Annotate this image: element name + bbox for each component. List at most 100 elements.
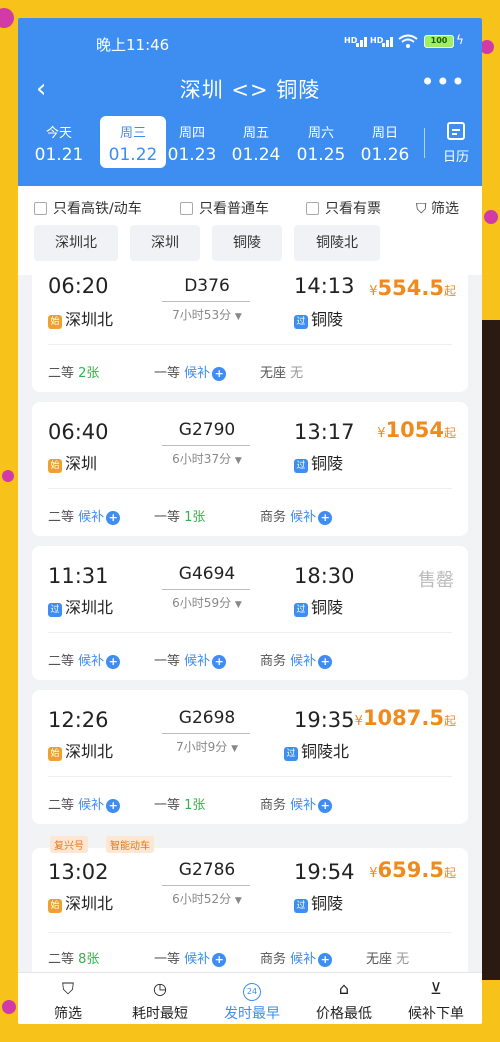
date-tab[interactable]: 周日 01.26 bbox=[352, 116, 418, 168]
station-name: 铜陵 bbox=[311, 310, 344, 329]
seat-status: 候补 bbox=[290, 654, 317, 669]
seat-info[interactable]: 二等 候补 + bbox=[48, 506, 121, 525]
departure-station: 始深圳北 bbox=[48, 306, 113, 330]
add-waitlist-icon[interactable]: + bbox=[106, 655, 121, 669]
pass-badge: 过 bbox=[294, 315, 308, 329]
filter-label: 只看有票 bbox=[325, 201, 381, 217]
wifi-icon bbox=[398, 34, 418, 48]
filter-label: 只看普通车 bbox=[199, 201, 269, 217]
add-waitlist-icon[interactable]: + bbox=[212, 953, 227, 967]
seat-status: 1张 bbox=[184, 510, 206, 525]
train-card[interactable]: 06:40 G2790 6小时37分 ▼ 13:17 始深圳 过铜陵 ¥1054… bbox=[32, 402, 468, 536]
date-tab[interactable]: 周六 01.25 bbox=[288, 116, 354, 168]
divider bbox=[48, 632, 452, 633]
seat-info[interactable]: 商务 候补 + bbox=[260, 794, 333, 813]
duration-text: 6小时52分 bbox=[172, 892, 232, 906]
station-chip[interactable]: 铜陵 bbox=[212, 225, 282, 261]
date-tab-selected[interactable]: 周三 01.22 bbox=[100, 116, 166, 168]
seat-status: 无 bbox=[396, 952, 410, 967]
checkbox-icon bbox=[180, 202, 193, 215]
tab-filter[interactable]: ⛉ 筛选 bbox=[22, 973, 114, 1024]
seat-info: 无座 无 bbox=[260, 362, 303, 381]
station-chip[interactable]: 铜陵北 bbox=[294, 225, 380, 261]
date-weekday: 周六 bbox=[307, 126, 334, 141]
seat-class: 商务 bbox=[260, 798, 287, 813]
seat-info[interactable]: 一等 候补 + bbox=[154, 650, 227, 669]
add-waitlist-icon[interactable]: + bbox=[212, 367, 227, 381]
price-value: 554.5 bbox=[377, 276, 444, 300]
date-tab[interactable]: 周五 01.24 bbox=[223, 116, 289, 168]
seat-info[interactable]: 二等 候补 + bbox=[48, 794, 121, 813]
calendar-button[interactable]: 日历 bbox=[434, 116, 478, 168]
tab-shortest[interactable]: ◷ 耗时最短 bbox=[114, 973, 206, 1024]
divider bbox=[48, 776, 452, 777]
duration: 7小时9分 ▼ bbox=[162, 738, 252, 755]
seat-info[interactable]: 商务 候补 + bbox=[260, 650, 333, 669]
station-name: 铜陵 bbox=[311, 598, 344, 617]
train-card[interactable]: 12:26 G2698 7小时9分 ▼ 19:35 始深圳北 过铜陵北 ¥108… bbox=[32, 690, 468, 824]
origin-badge: 始 bbox=[48, 899, 62, 913]
back-icon[interactable]: ‹ bbox=[36, 74, 46, 104]
price-value: 659.5 bbox=[377, 858, 444, 882]
filter-normal-checkbox[interactable]: 只看普通车 bbox=[180, 198, 269, 218]
seat-class: 二等 bbox=[48, 510, 75, 525]
filter-button[interactable]: ⛉ 筛选 bbox=[416, 198, 459, 218]
route-line bbox=[162, 733, 250, 734]
duration-text: 7小时9分 bbox=[175, 740, 228, 754]
currency: ¥ bbox=[377, 426, 386, 441]
seat-info[interactable]: 一等 候补 + bbox=[154, 362, 227, 381]
more-icon[interactable]: ••• bbox=[421, 68, 466, 96]
train-tag: 复兴号 bbox=[50, 836, 88, 853]
currency: ¥ bbox=[369, 284, 378, 299]
date-tab[interactable]: 今天 01.21 bbox=[26, 116, 92, 168]
filter-highspeed-checkbox[interactable]: 只看高铁/动车 bbox=[34, 198, 142, 218]
add-waitlist-icon[interactable]: + bbox=[318, 655, 333, 669]
add-waitlist-icon[interactable]: + bbox=[318, 799, 333, 813]
arrival-time: 19:54 bbox=[294, 860, 355, 884]
add-waitlist-icon[interactable]: + bbox=[318, 511, 333, 525]
seat-info[interactable]: 一等 候补 + bbox=[154, 948, 227, 967]
seat-info[interactable]: 商务 候补 + bbox=[260, 506, 333, 525]
station-name: 深圳北 bbox=[65, 894, 114, 913]
filter-available-checkbox[interactable]: 只看有票 bbox=[306, 198, 381, 218]
add-waitlist-icon[interactable]: + bbox=[106, 799, 121, 813]
station-chip[interactable]: 深圳北 bbox=[34, 225, 118, 261]
price: ¥1054起 bbox=[377, 418, 456, 442]
charging-icon: ϟ bbox=[456, 33, 464, 47]
train-card[interactable]: 06:20 D376 7小时53分 ▼ 14:13 始深圳北 过铜陵 ¥554.… bbox=[32, 264, 468, 392]
station-name: 深圳北 bbox=[65, 310, 114, 329]
date-tab[interactable]: 周四 01.23 bbox=[159, 116, 225, 168]
price: ¥1087.5起 bbox=[355, 706, 456, 730]
add-waitlist-icon[interactable]: + bbox=[106, 511, 121, 525]
seat-class: 一等 bbox=[154, 366, 181, 381]
chevron-down-icon: ▼ bbox=[231, 744, 239, 754]
tab-label: 筛选 bbox=[54, 1006, 82, 1022]
date-value: 01.24 bbox=[231, 145, 281, 165]
seat-class: 一等 bbox=[154, 510, 181, 525]
departure-time: 13:02 bbox=[48, 860, 109, 884]
filter-label: 只看高铁/动车 bbox=[53, 201, 142, 217]
price-value: 1054 bbox=[385, 418, 444, 442]
chevron-down-icon: ▼ bbox=[234, 896, 242, 906]
checkbox-icon bbox=[34, 202, 47, 215]
train-card[interactable]: 11:31 G4694 6小时59分 ▼ 18:30 过深圳北 过铜陵 售罄 二… bbox=[32, 546, 468, 680]
seat-info: 二等 2张 bbox=[48, 362, 99, 381]
tab-cheapest[interactable]: ⌂ 价格最低 bbox=[298, 973, 390, 1024]
tab-earliest[interactable]: 24 发时最早 bbox=[206, 973, 298, 1024]
signal-icon bbox=[356, 35, 370, 47]
duration: 6小时37分 ▼ bbox=[162, 450, 252, 467]
tab-waitlist[interactable]: ⊻ 候补下单 bbox=[390, 973, 482, 1024]
phone-screen: 晚上11:46 HD HD 100 ϟ 深圳 <> 铜陵 ‹ ••• 今天 01… bbox=[18, 18, 482, 1024]
seat-class: 无座 bbox=[260, 366, 287, 381]
seat-info[interactable]: 商务 候补 + bbox=[260, 948, 333, 967]
add-waitlist-icon[interactable]: + bbox=[212, 655, 227, 669]
arrival-station: 过铜陵 bbox=[294, 594, 343, 618]
train-card[interactable]: 复兴号 智能动车 13:02 G2786 6小时52分 ▼ 19:54 始深圳北… bbox=[32, 836, 468, 988]
station-chip[interactable]: 深圳 bbox=[130, 225, 200, 261]
arrival-station: 过铜陵北 bbox=[284, 738, 349, 762]
departure-station: 始深圳北 bbox=[48, 890, 113, 914]
date-value: 01.23 bbox=[167, 145, 217, 165]
add-waitlist-icon[interactable]: + bbox=[318, 953, 333, 967]
seat-info[interactable]: 二等 候补 + bbox=[48, 650, 121, 669]
calendar-label: 日历 bbox=[442, 150, 469, 165]
